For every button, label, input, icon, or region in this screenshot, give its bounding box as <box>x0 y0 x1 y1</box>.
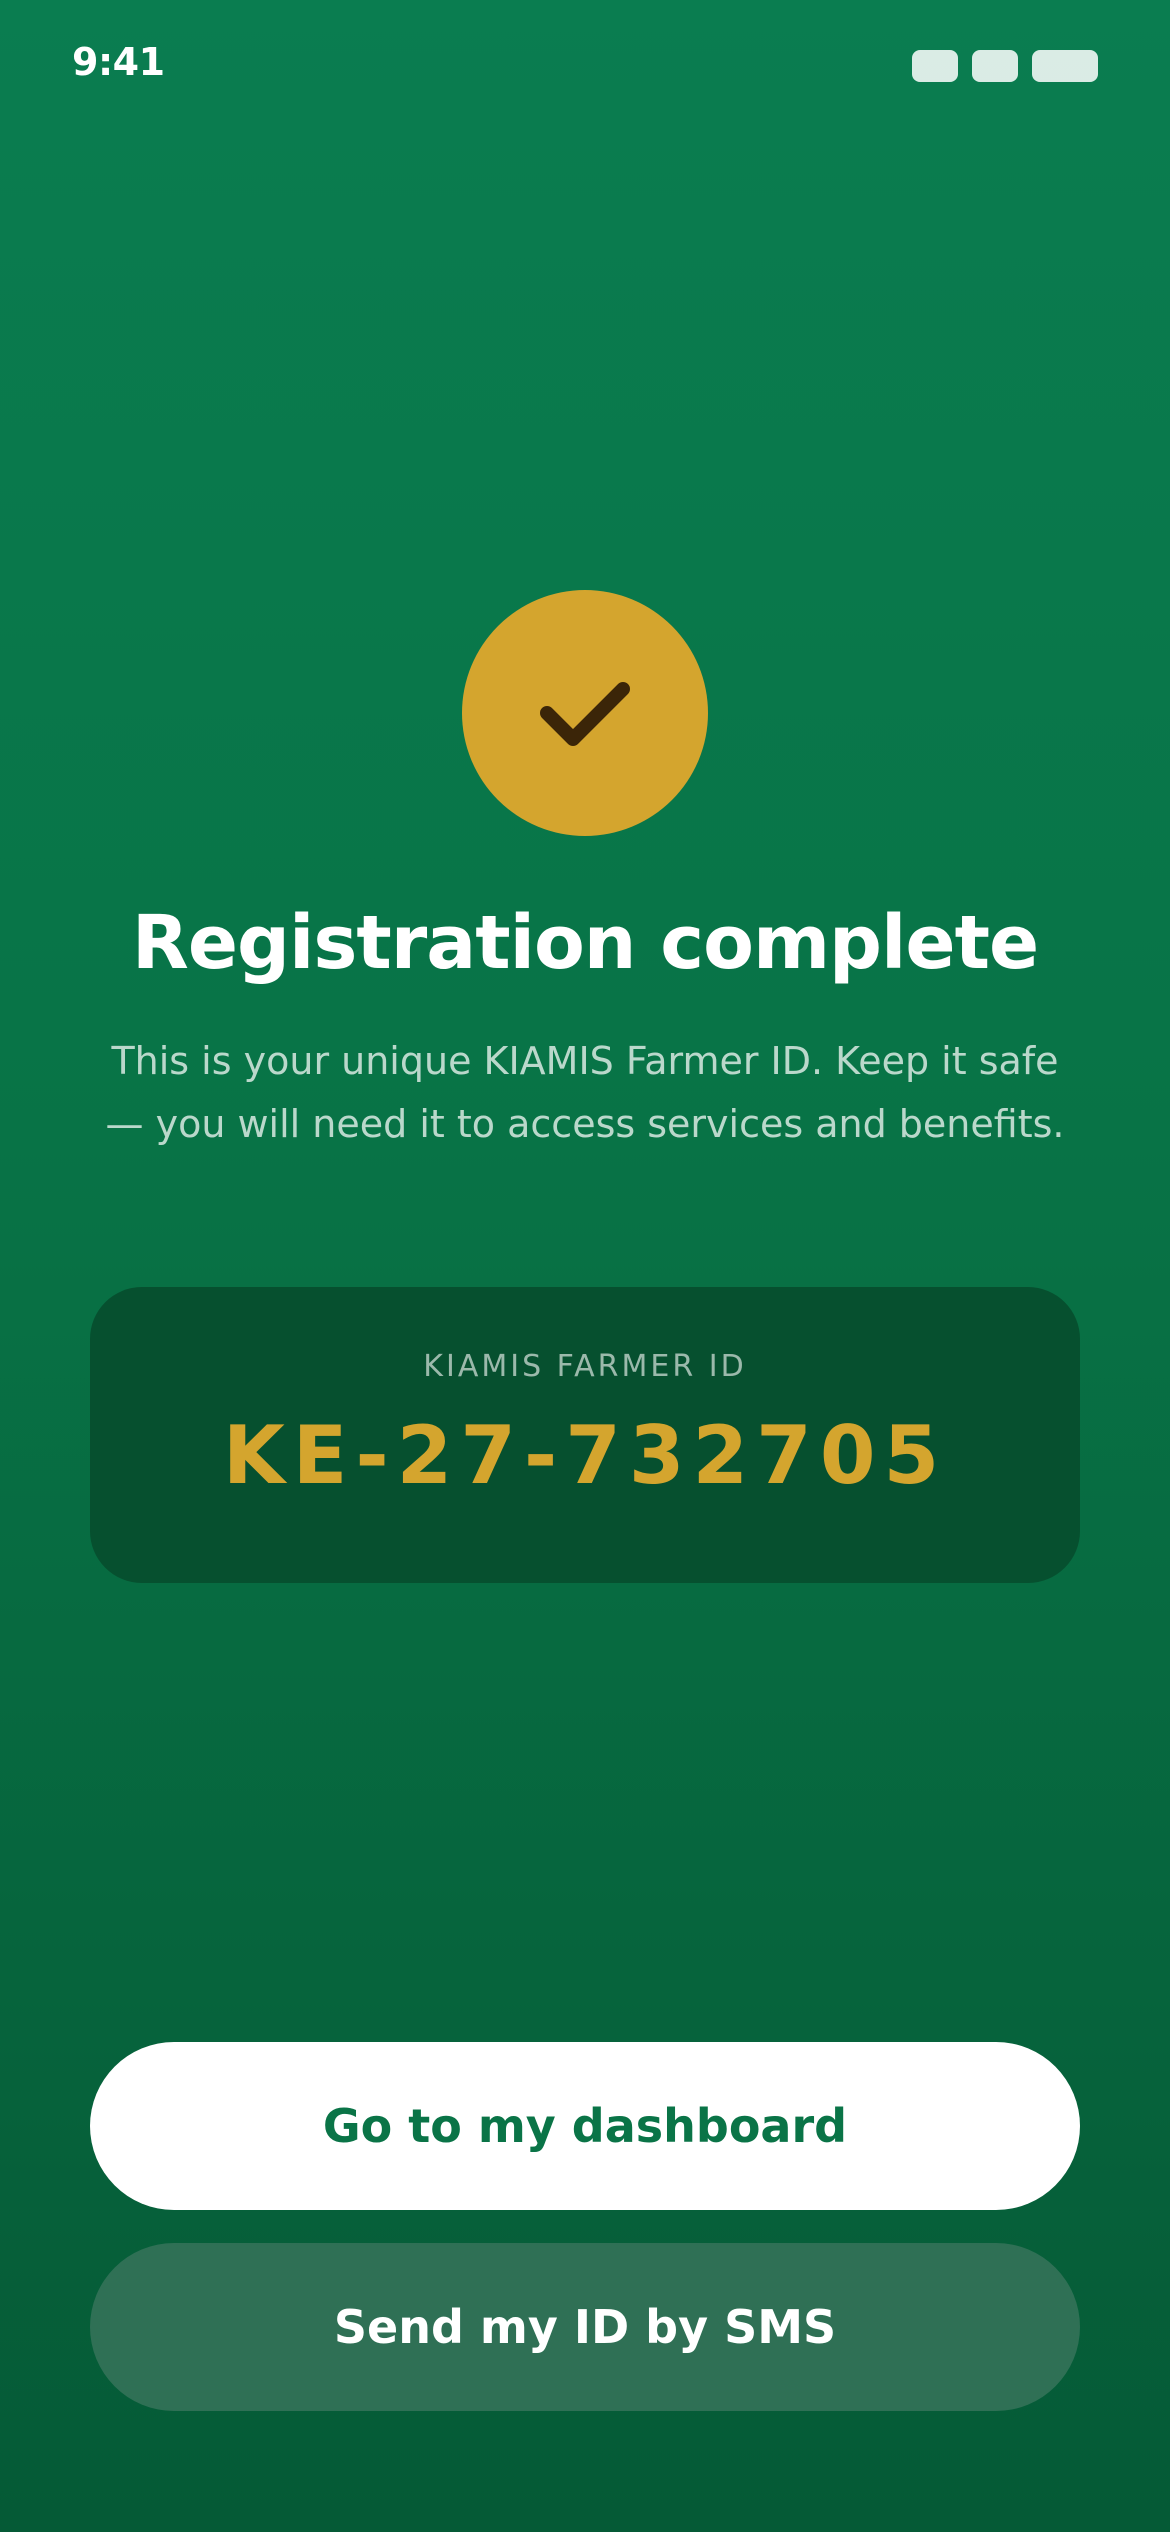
registration-complete-screen: 9:41 Registration complete This is your … <box>0 0 1170 2532</box>
farmer-id-label: KIAMIS FARMER ID <box>423 1349 747 1384</box>
farmer-id-value: KE-27-732705 <box>222 1409 948 1502</box>
signal-icon <box>912 50 958 82</box>
success-message: This is your unique KIAMIS Farmer ID. Ke… <box>105 1039 1065 1146</box>
battery-icon <box>1032 50 1098 82</box>
success-badge <box>462 590 708 836</box>
page-title: Registration complete <box>131 900 1039 986</box>
status-time: 9:41 <box>72 40 165 84</box>
status-bar: 9:41 <box>0 0 1170 130</box>
wifi-icon <box>972 50 1018 82</box>
farmer-id-card: KIAMIS FARMER ID KE-27-732705 <box>90 1287 1080 1583</box>
send-id-sms-button[interactable]: Send my ID by SMS <box>90 2243 1080 2411</box>
go-to-dashboard-button[interactable]: Go to my dashboard <box>90 2042 1080 2210</box>
checkmark-icon <box>540 682 630 746</box>
